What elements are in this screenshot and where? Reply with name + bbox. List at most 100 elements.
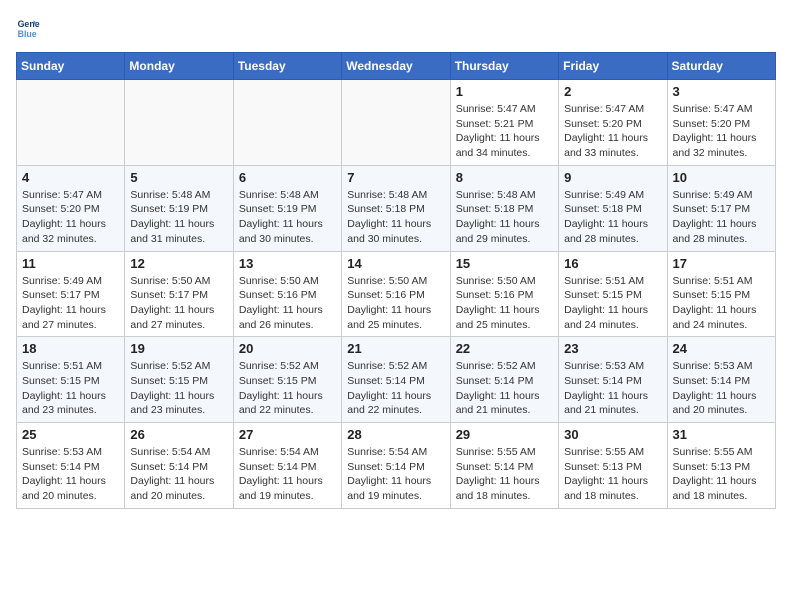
calendar-day-cell: 16 Sunrise: 5:51 AM Sunset: 5:15 PM Dayli… [559,251,667,337]
calendar-day-cell: 20 Sunrise: 5:52 AM Sunset: 5:15 PM Dayli… [233,337,341,423]
calendar-day-cell: 15 Sunrise: 5:50 AM Sunset: 5:16 PM Dayli… [450,251,558,337]
weekday-header: Friday [559,53,667,80]
day-info: Sunrise: 5:54 AM Sunset: 5:14 PM Dayligh… [239,445,336,504]
day-info: Sunrise: 5:52 AM Sunset: 5:15 PM Dayligh… [239,359,336,418]
calendar-day-cell: 23Sunrise: 5:53 AM Sunset: 5:14 PM Dayli… [559,337,667,423]
calendar-day-cell: 26 Sunrise: 5:54 AM Sunset: 5:14 PM Dayli… [125,423,233,509]
day-info: Sunrise: 5:47 AM Sunset: 5:21 PM Dayligh… [456,102,553,161]
day-info: Sunrise: 5:55 AM Sunset: 5:13 PM Dayligh… [673,445,770,504]
day-number: 28 [347,427,444,442]
day-info: Sunrise: 5:47 AM Sunset: 5:20 PM Dayligh… [564,102,661,161]
day-number: 4 [22,170,119,185]
calendar-day-cell [17,80,125,166]
calendar-day-cell: 9 Sunrise: 5:49 AM Sunset: 5:18 PM Daylig… [559,165,667,251]
calendar-day-cell: 22 Sunrise: 5:52 AM Sunset: 5:14 PM Dayli… [450,337,558,423]
svg-text:Blue: Blue [18,29,37,39]
calendar-day-cell: 5 Sunrise: 5:48 AM Sunset: 5:19 PM Daylig… [125,165,233,251]
calendar-day-cell [342,80,450,166]
day-number: 3 [673,84,770,99]
weekday-header: Thursday [450,53,558,80]
day-number: 21 [347,341,444,356]
day-number: 20 [239,341,336,356]
weekday-header: Monday [125,53,233,80]
weekday-header: Wednesday [342,53,450,80]
logo-icon: General Blue [16,16,40,40]
calendar-day-cell: 31 Sunrise: 5:55 AM Sunset: 5:13 PM Dayli… [667,423,775,509]
day-info: Sunrise: 5:51 AM Sunset: 5:15 PM Dayligh… [564,274,661,333]
day-info: Sunrise: 5:54 AM Sunset: 5:14 PM Dayligh… [347,445,444,504]
calendar-day-cell: 11Sunrise: 5:49 AM Sunset: 5:17 PM Dayli… [17,251,125,337]
calendar-day-cell: 6 Sunrise: 5:48 AM Sunset: 5:19 PM Daylig… [233,165,341,251]
calendar-day-cell: 21 Sunrise: 5:52 AM Sunset: 5:14 PM Dayli… [342,337,450,423]
calendar-day-cell: 24Sunrise: 5:53 AM Sunset: 5:14 PM Dayli… [667,337,775,423]
calendar-day-cell: 14 Sunrise: 5:50 AM Sunset: 5:16 PM Dayli… [342,251,450,337]
calendar-header-row: SundayMondayTuesdayWednesdayThursdayFrid… [17,53,776,80]
day-info: Sunrise: 5:50 AM Sunset: 5:16 PM Dayligh… [456,274,553,333]
day-number: 23 [564,341,661,356]
calendar-day-cell: 4 Sunrise: 5:47 AM Sunset: 5:20 PM Daylig… [17,165,125,251]
day-number: 22 [456,341,553,356]
day-number: 13 [239,256,336,271]
day-info: Sunrise: 5:48 AM Sunset: 5:18 PM Dayligh… [347,188,444,247]
calendar-week-row: 4 Sunrise: 5:47 AM Sunset: 5:20 PM Daylig… [17,165,776,251]
calendar-day-cell: 30 Sunrise: 5:55 AM Sunset: 5:13 PM Dayli… [559,423,667,509]
calendar-day-cell: 19Sunrise: 5:52 AM Sunset: 5:15 PM Dayli… [125,337,233,423]
calendar-day-cell [125,80,233,166]
day-number: 15 [456,256,553,271]
day-number: 26 [130,427,227,442]
day-number: 8 [456,170,553,185]
day-number: 16 [564,256,661,271]
day-info: Sunrise: 5:47 AM Sunset: 5:20 PM Dayligh… [673,102,770,161]
day-info: Sunrise: 5:50 AM Sunset: 5:16 PM Dayligh… [347,274,444,333]
day-number: 18 [22,341,119,356]
day-number: 11 [22,256,119,271]
day-number: 30 [564,427,661,442]
day-info: Sunrise: 5:51 AM Sunset: 5:15 PM Dayligh… [22,359,119,418]
calendar-week-row: 11Sunrise: 5:49 AM Sunset: 5:17 PM Dayli… [17,251,776,337]
calendar-day-cell: 1Sunrise: 5:47 AM Sunset: 5:21 PM Daylig… [450,80,558,166]
day-number: 25 [22,427,119,442]
calendar-day-cell: 13Sunrise: 5:50 AM Sunset: 5:16 PM Dayli… [233,251,341,337]
day-number: 14 [347,256,444,271]
day-number: 12 [130,256,227,271]
day-info: Sunrise: 5:55 AM Sunset: 5:13 PM Dayligh… [564,445,661,504]
day-info: Sunrise: 5:48 AM Sunset: 5:19 PM Dayligh… [130,188,227,247]
day-number: 9 [564,170,661,185]
day-number: 6 [239,170,336,185]
logo: General Blue [16,16,44,40]
day-info: Sunrise: 5:54 AM Sunset: 5:14 PM Dayligh… [130,445,227,504]
page-header: General Blue [16,16,776,40]
weekday-header: Tuesday [233,53,341,80]
calendar-day-cell: 12 Sunrise: 5:50 AM Sunset: 5:17 PM Dayli… [125,251,233,337]
day-number: 29 [456,427,553,442]
calendar-day-cell [233,80,341,166]
calendar-day-cell: 17 Sunrise: 5:51 AM Sunset: 5:15 PM Dayli… [667,251,775,337]
day-info: Sunrise: 5:53 AM Sunset: 5:14 PM Dayligh… [22,445,119,504]
day-info: Sunrise: 5:48 AM Sunset: 5:18 PM Dayligh… [456,188,553,247]
calendar-day-cell: 29Sunrise: 5:55 AM Sunset: 5:14 PM Dayli… [450,423,558,509]
day-info: Sunrise: 5:47 AM Sunset: 5:20 PM Dayligh… [22,188,119,247]
day-info: Sunrise: 5:52 AM Sunset: 5:14 PM Dayligh… [456,359,553,418]
day-number: 17 [673,256,770,271]
calendar-week-row: 18 Sunrise: 5:51 AM Sunset: 5:15 PM Dayli… [17,337,776,423]
day-number: 10 [673,170,770,185]
day-info: Sunrise: 5:48 AM Sunset: 5:19 PM Dayligh… [239,188,336,247]
day-info: Sunrise: 5:51 AM Sunset: 5:15 PM Dayligh… [673,274,770,333]
day-info: Sunrise: 5:49 AM Sunset: 5:18 PM Dayligh… [564,188,661,247]
calendar-day-cell: 27 Sunrise: 5:54 AM Sunset: 5:14 PM Dayli… [233,423,341,509]
calendar-day-cell: 10 Sunrise: 5:49 AM Sunset: 5:17 PM Dayli… [667,165,775,251]
weekday-header: Sunday [17,53,125,80]
day-info: Sunrise: 5:52 AM Sunset: 5:15 PM Dayligh… [130,359,227,418]
day-number: 27 [239,427,336,442]
calendar-week-row: 25 Sunrise: 5:53 AM Sunset: 5:14 PM Dayli… [17,423,776,509]
weekday-header: Saturday [667,53,775,80]
day-info: Sunrise: 5:50 AM Sunset: 5:17 PM Dayligh… [130,274,227,333]
day-info: Sunrise: 5:52 AM Sunset: 5:14 PM Dayligh… [347,359,444,418]
day-number: 2 [564,84,661,99]
day-number: 5 [130,170,227,185]
day-number: 31 [673,427,770,442]
calendar-day-cell: 7Sunrise: 5:48 AM Sunset: 5:18 PM Daylig… [342,165,450,251]
calendar-table: SundayMondayTuesdayWednesdayThursdayFrid… [16,52,776,509]
day-info: Sunrise: 5:49 AM Sunset: 5:17 PM Dayligh… [673,188,770,247]
calendar-day-cell: 25 Sunrise: 5:53 AM Sunset: 5:14 PM Dayli… [17,423,125,509]
